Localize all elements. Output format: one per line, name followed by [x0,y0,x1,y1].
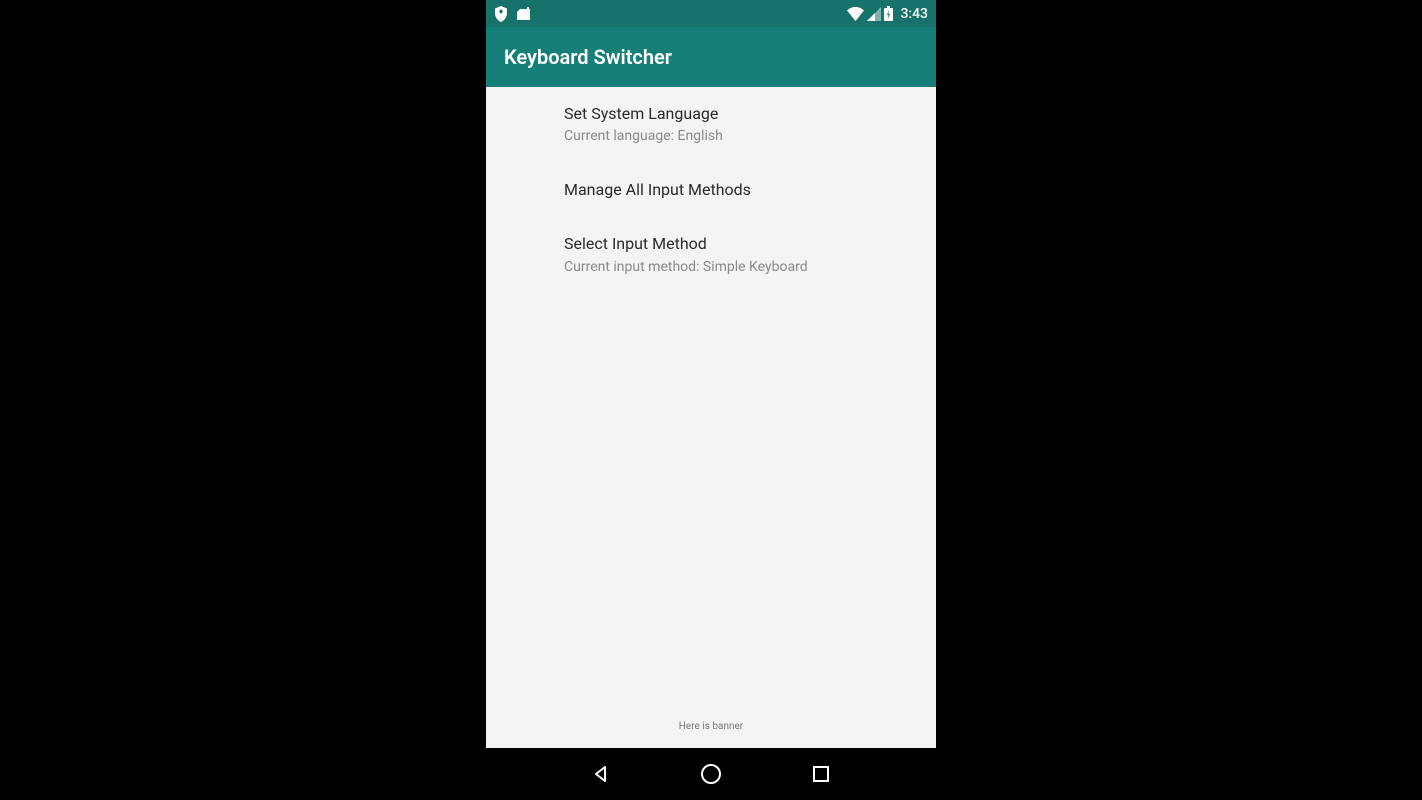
list-item-title: Set System Language [564,103,920,125]
navigation-bar [486,748,936,800]
signal-icon [867,7,881,21]
status-time: 3:43 [900,6,928,22]
set-system-language-item[interactable]: Set System Language Current language: En… [486,87,936,163]
battery-icon [884,6,893,21]
status-bar: 3:43 [486,0,936,27]
shield-icon [494,6,508,22]
sd-card-icon [516,7,531,21]
status-bar-right: 3:43 [847,6,928,22]
settings-list: Set System Language Current language: En… [486,87,936,713]
wifi-icon [847,7,864,21]
list-item-subtitle: Current language: English [564,127,920,147]
recent-apps-button[interactable] [808,761,834,787]
status-bar-left [494,6,531,22]
back-button[interactable] [588,761,614,787]
list-item-subtitle: Current input method: Simple Keyboard [564,258,920,278]
select-input-method-item[interactable]: Select Input Method Current input method… [486,217,936,293]
list-item-title: Select Input Method [564,233,920,255]
app-bar: Keyboard Switcher [486,27,936,87]
content-area: Set System Language Current language: En… [486,87,936,748]
phone-frame: 3:43 Keyboard Switcher Set System Langua… [486,0,936,800]
home-button[interactable] [698,761,724,787]
manage-input-methods-item[interactable]: Manage All Input Methods [486,163,936,217]
list-item-title: Manage All Input Methods [564,179,920,201]
banner-text: Here is banner [486,713,936,748]
app-title: Keyboard Switcher [504,45,672,69]
